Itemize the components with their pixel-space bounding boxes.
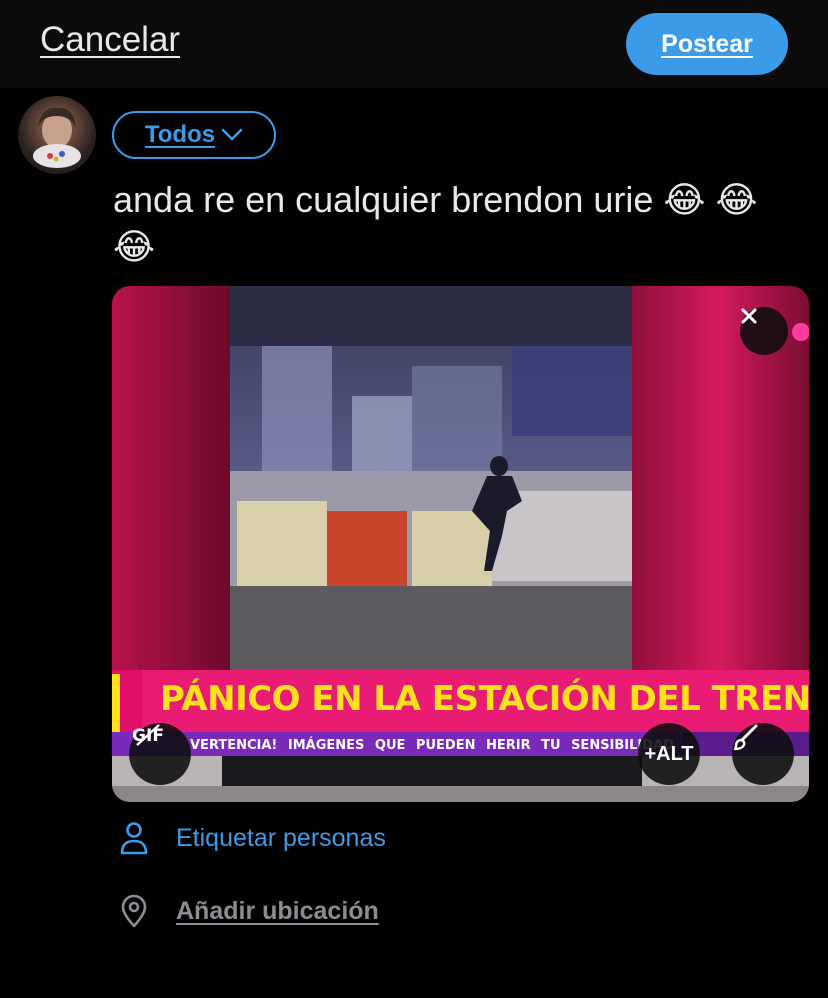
- avatar[interactable]: [18, 96, 96, 174]
- gif-button[interactable]: GIF: [129, 723, 191, 785]
- remove-media-button[interactable]: [740, 307, 788, 355]
- media-headline: PÁNICO EN LA ESTACIÓN DEL TREN: [160, 679, 809, 719]
- tag-people-row[interactable]: Etiquetar personas: [112, 816, 386, 860]
- alt-text-button[interactable]: +ALT: [638, 723, 700, 785]
- cancel-button[interactable]: Cancelar: [40, 20, 180, 60]
- audience-label: Todos: [144, 121, 216, 148]
- audience-selector[interactable]: Todos: [112, 111, 276, 159]
- chevron-down-icon: [221, 121, 243, 149]
- tag-people-label: Etiquetar personas: [176, 823, 386, 852]
- media-attachment[interactable]: PÁNICO EN LA ESTACIÓN DEL TREN VERTENCIA…: [112, 286, 809, 802]
- location-pin-icon: [112, 889, 156, 933]
- add-location-label: Añadir ubicación: [176, 896, 379, 925]
- post-button[interactable]: Postear: [626, 13, 788, 75]
- media-image: [112, 286, 809, 802]
- add-location-row[interactable]: Añadir ubicación: [112, 889, 379, 933]
- tweet-text-input[interactable]: anda re en cualquier brendon urie 😂 😂 😂: [113, 176, 793, 270]
- person-icon: [112, 816, 156, 860]
- media-ticker: VERTENCIA! IMÁGENES QUE PUEDEN HERIR TU …: [190, 738, 674, 753]
- edit-media-button[interactable]: [732, 723, 794, 785]
- top-bar: Cancelar Postear: [0, 0, 828, 88]
